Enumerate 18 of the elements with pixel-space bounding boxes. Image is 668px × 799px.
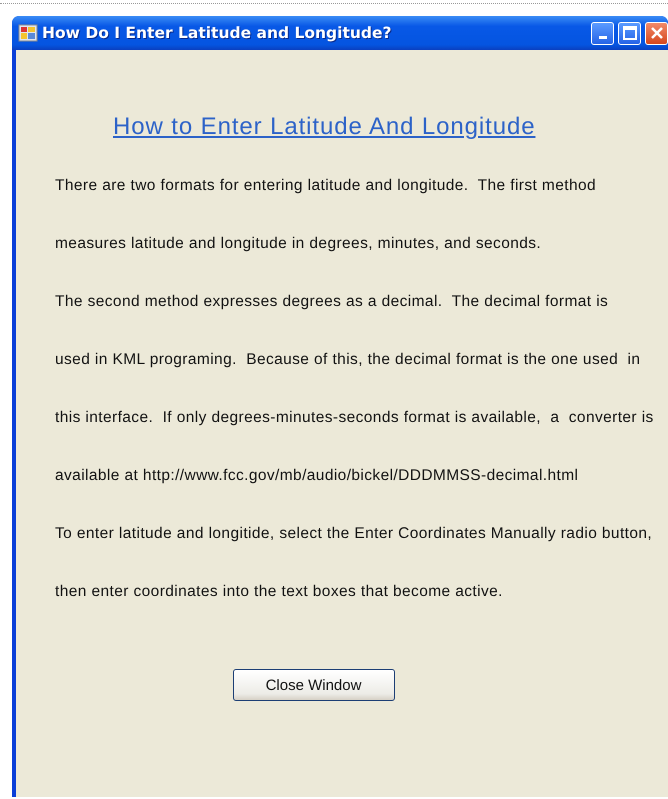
- help-text-line: To enter latitude and longitide, select the Enter Coordinates Manually radio button,: [55, 524, 654, 544]
- help-heading-link[interactable]: How to Enter Latitude And Longitude: [113, 113, 536, 141]
- maximize-icon: [622, 26, 636, 40]
- help-text-line: The second method expresses degrees as a decimal. The decimal format is: [55, 292, 610, 312]
- window-title: How Do I Enter Latitude and Longitude?: [42, 24, 392, 42]
- minimize-button[interactable]: [591, 22, 614, 44]
- help-text-line: this interface. If only degrees-minutes-seconds format is available, a converter is: [55, 408, 654, 428]
- maximize-button[interactable]: [618, 22, 641, 44]
- help-text-line: available at http://www.fcc.gov/mb/audio/bickel/DDDMMSS-decimal.html: [55, 466, 580, 486]
- help-text-line: used in KML programing. Because of this, the decimal format is the one used in: [55, 350, 642, 370]
- help-text-line: measures latitude and longitude in degrees, minutes, and seconds.: [55, 234, 542, 254]
- help-text-line: then enter coordinates into the text boxes that become active.: [55, 582, 504, 602]
- close-icon: [650, 26, 664, 40]
- minimize-icon: [598, 36, 606, 39]
- help-text-line: There are two formats for entering latitude and longitude. The first method: [55, 176, 598, 196]
- application-icon: [18, 24, 38, 42]
- close-button[interactable]: [645, 22, 668, 44]
- close-window-button[interactable]: Close Window: [232, 669, 394, 701]
